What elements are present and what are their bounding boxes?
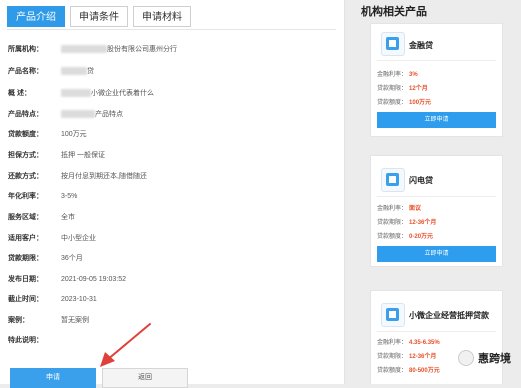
rate-line: 金融利率： 面议 [377, 206, 422, 212]
tab-bar: 产品介绍 申请条件 申请材料 [7, 6, 191, 28]
detail-value: 贷 [61, 67, 94, 77]
detail-value: 全市 [61, 214, 75, 221]
detail-label: 贷款期限： [8, 255, 43, 262]
product-logo-icon [381, 303, 405, 327]
apply-button[interactable]: 申请 [10, 368, 96, 388]
related-product-card: 闪电贷 金融利率： 面议 贷款期限： 12-36个月 贷款额度： 0-20万元 立即申… [370, 155, 503, 267]
product-name: 小微企业经营抵押贷款 [409, 311, 489, 320]
card-divider [377, 331, 496, 332]
term-line: 贷款期限： 12-36个月 [377, 354, 437, 360]
product-name: 闪电贷 [409, 176, 433, 185]
card-divider [377, 196, 496, 197]
amount-line: 贷款额度： 0-20万元 [377, 234, 434, 240]
detail-value: 100万元 [61, 131, 87, 138]
detail-label: 截止时间： [8, 296, 43, 303]
detail-value: 小微企业代表着什么 [61, 89, 154, 99]
detail-label: 产品特点： [8, 111, 43, 118]
detail-label: 还款方式： [8, 173, 43, 180]
detail-label: 适用客户： [8, 235, 43, 242]
amount-line: 贷款额度： 100万元 [377, 100, 432, 106]
tab-application-conditions[interactable]: 申请条件 [70, 6, 128, 27]
detail-label: 所属机构： [8, 46, 43, 53]
detail-value: 2021-09-05 19:03:52 [61, 276, 126, 283]
detail-label: 特此说明： [8, 337, 43, 344]
product-detail-panel: 产品介绍 申请条件 申请材料 所属机构： 股份有限公司惠州分行 产品名称： 贷 … [0, 0, 345, 388]
watermark: 惠跨境 [458, 350, 511, 366]
related-products-title: 机构相关产品 [361, 6, 427, 18]
product-logo-icon [381, 168, 405, 192]
rate-line: 金融利率： 4.35-6.35% [377, 340, 440, 346]
detail-value: 中小型企业 [61, 235, 96, 242]
detail-value: 3-5% [61, 193, 78, 200]
term-line: 贷款期限： 12个月 [377, 86, 428, 92]
apply-now-button[interactable]: 立即申请 [377, 246, 496, 262]
watermark-text: 惠跨境 [478, 353, 511, 365]
detail-label: 服务区域： [8, 214, 43, 221]
rate-line: 金融利率： 3% [377, 72, 418, 78]
related-product-card: 小微企业经营抵押贷款 金融利率： 4.35-6.35% 贷款期限： 12-36个月 … [370, 290, 503, 384]
detail-value: 2023-10-31 [61, 296, 97, 303]
product-logo-icon [381, 32, 405, 56]
detail-value: 股份有限公司惠州分行 [61, 45, 177, 55]
detail-label: 概 述： [8, 90, 31, 97]
tab-product-intro[interactable]: 产品介绍 [7, 6, 65, 27]
tab-application-materials[interactable]: 申请材料 [133, 6, 191, 27]
back-button[interactable]: 返回 [102, 368, 188, 388]
detail-value: 36个月 [61, 255, 83, 262]
tab-divider [7, 29, 336, 30]
detail-label: 贷款额度： [8, 131, 43, 138]
term-line: 贷款期限： 12-36个月 [377, 220, 437, 226]
detail-label: 案例： [8, 317, 29, 324]
detail-value: 产品特点 [61, 110, 123, 120]
product-name: 金融贷 [409, 41, 433, 50]
detail-label: 发布日期： [8, 276, 43, 283]
amount-line: 贷款额度： 80-500万元 [377, 368, 440, 374]
detail-label: 年化利率： [8, 193, 43, 200]
card-divider [377, 60, 496, 61]
watermark-logo-icon [458, 350, 474, 366]
detail-label: 担保方式： [8, 152, 43, 159]
related-product-card: 金融贷 金融利率： 3% 贷款期限： 12个月 贷款额度： 100万元 立即申请 [370, 23, 503, 137]
apply-now-button[interactable]: 立即申请 [377, 112, 496, 128]
detail-value: 按月付息到期还本,随借随还 [61, 173, 147, 180]
detail-value: 暂无案例 [61, 317, 89, 324]
detail-value: 抵押 一般保证 [61, 152, 105, 159]
detail-label: 产品名称： [8, 68, 43, 75]
